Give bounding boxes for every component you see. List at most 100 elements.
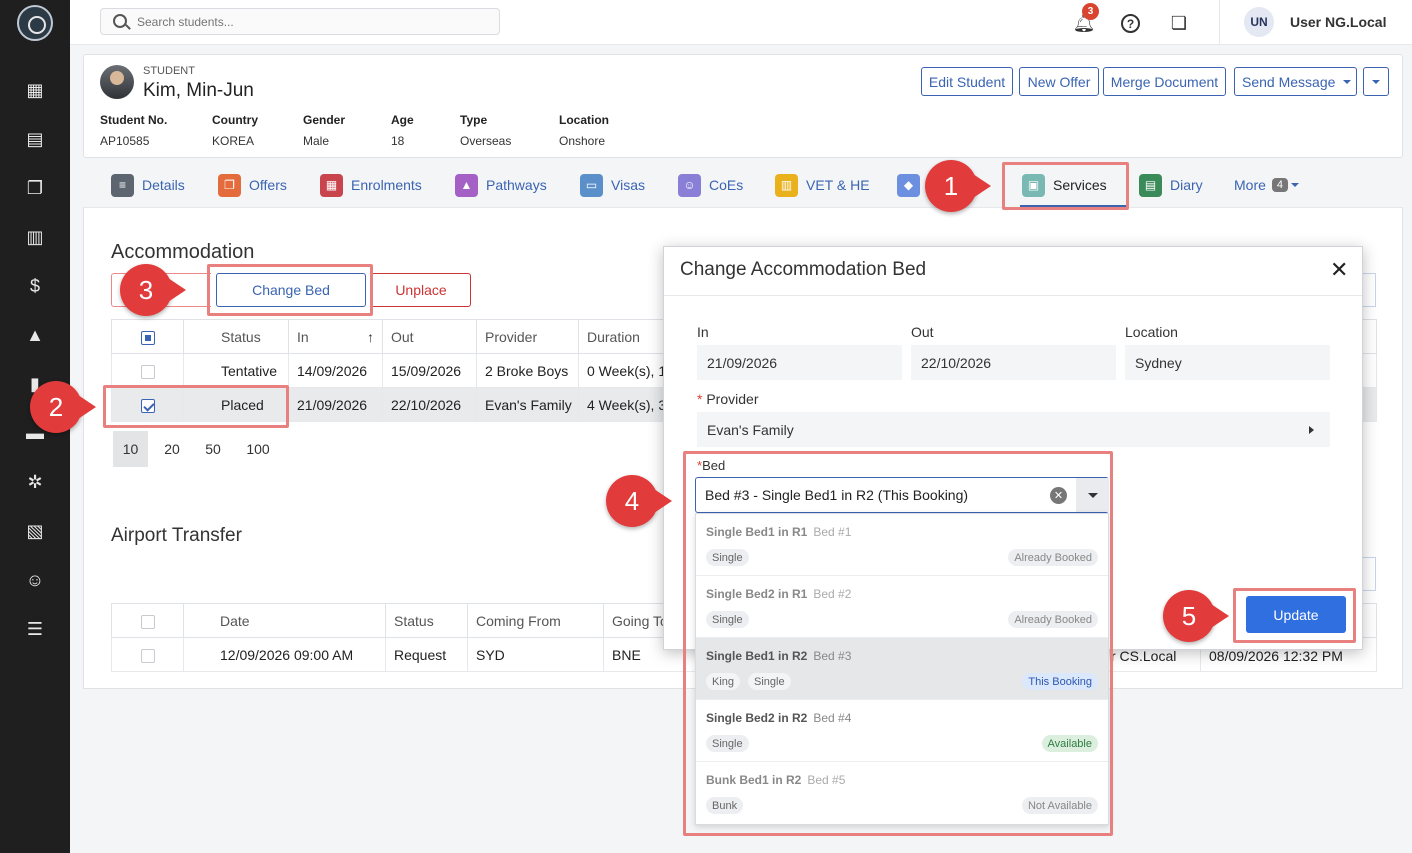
search-icon <box>113 14 127 28</box>
tab-insurance[interactable]: ◆ <box>897 171 928 199</box>
tab-label: CoEs <box>709 177 744 193</box>
documents-icon[interactable]: ❐ <box>24 178 46 198</box>
network-icon[interactable]: ✲ <box>24 472 46 492</box>
tab-diary[interactable]: ▤ Diary <box>1139 171 1203 199</box>
highlight-change-bed <box>207 264 373 316</box>
sort-arrow-icon: ↑ <box>367 328 374 345</box>
location-field: Sydney <box>1125 345 1330 380</box>
unplace-button[interactable]: Unplace <box>371 273 471 307</box>
tab-label: Diary <box>1170 177 1203 193</box>
enrolments-icon: ▦ <box>320 173 343 197</box>
more-count-badge: 4 <box>1271 178 1289 192</box>
dashboard-icon[interactable]: ▦ <box>24 80 46 100</box>
student-photo <box>100 65 134 99</box>
page-size-option[interactable]: 50 <box>196 431 230 467</box>
field-value: Male <box>303 134 330 148</box>
avatar[interactable]: UN <box>1244 7 1274 37</box>
tab-label: Enrolments <box>351 177 422 193</box>
column-header[interactable]: In ↑ <box>288 319 383 354</box>
chevron-down-icon <box>1372 79 1380 84</box>
tab-enrolments[interactable]: ▦ Enrolments <box>320 171 422 199</box>
divider <box>1219 0 1220 44</box>
student-name: Kim, Min-Jun <box>143 80 254 101</box>
coes-icon: ☺ <box>678 173 701 197</box>
provider-select[interactable]: Evan's Family <box>697 412 1330 447</box>
location-label: Location <box>1125 324 1178 340</box>
field-value: Overseas <box>460 134 512 148</box>
tab-vet-he[interactable]: ▥ VET & HE <box>775 171 870 199</box>
callout-marker: 3 <box>120 264 186 316</box>
user-name[interactable]: User NG.Local <box>1290 14 1386 30</box>
date-cell: 12/09/2026 09:00 AM <box>183 637 386 672</box>
row-checkbox[interactable] <box>140 648 155 663</box>
offers-icon: ❐ <box>218 173 241 197</box>
provider-cell: 2 Broke Boys <box>476 353 579 388</box>
field-label: Student No. <box>100 113 168 127</box>
highlight-bed-select <box>683 451 1113 836</box>
out-label: Out <box>911 324 934 340</box>
contacts-icon[interactable]: ▤ <box>24 129 46 149</box>
finance-icon[interactable]: $ <box>24 276 46 296</box>
created-by-cell: r CS.Local <box>1111 648 1177 664</box>
select-all-checkbox[interactable] <box>140 330 155 345</box>
merge-document-button[interactable]: Merge Document <box>1103 67 1226 96</box>
page-size-option[interactable]: 20 <box>155 431 189 467</box>
graduation-icon[interactable]: ▲ <box>24 325 46 345</box>
app-logo[interactable] <box>17 5 53 41</box>
field-value: KOREA <box>212 134 255 148</box>
out-field: 22/10/2026 <box>911 345 1116 380</box>
column-header[interactable]: Status <box>183 319 289 354</box>
field-label: Type <box>460 113 488 127</box>
users-icon[interactable]: ☺ <box>24 570 46 590</box>
tab-label: Pathways <box>486 177 547 193</box>
provider-label-text: Provider <box>706 391 759 407</box>
callout-marker: 4 <box>606 475 672 527</box>
select-all-checkbox[interactable] <box>140 614 155 629</box>
highlight-update <box>1233 588 1356 643</box>
visas-icon: ▭ <box>580 173 603 197</box>
chevron-down-icon <box>1343 79 1352 84</box>
tab-more[interactable]: More 4 <box>1234 171 1300 199</box>
status-cell: Request <box>385 637 468 672</box>
send-message-button[interactable]: Send Message <box>1234 67 1357 96</box>
page-size-option[interactable]: 100 <box>238 431 278 467</box>
settings-sliders-icon[interactable]: ☰ <box>24 619 46 639</box>
top-bar <box>70 0 1412 45</box>
accommodation-title: Accommodation <box>111 241 255 263</box>
created-date-cell: 08/09/2026 12:32 PM <box>1209 648 1343 664</box>
chevron-right-icon <box>1309 426 1314 434</box>
tab-details[interactable]: ≡ Details <box>111 171 185 199</box>
in-label: In <box>697 324 709 340</box>
column-header[interactable]: Out <box>382 319 477 354</box>
callout-marker: 1 <box>925 160 991 212</box>
tab-label: Details <box>142 177 185 193</box>
close-icon[interactable]: ✕ <box>1330 258 1348 283</box>
tab-coes[interactable]: ☺ CoEs <box>678 171 743 199</box>
column-header[interactable]: Status <box>385 603 468 638</box>
chat-icon[interactable]: ❏ <box>1168 12 1190 34</box>
column-header[interactable]: Coming From <box>467 603 604 638</box>
required-marker: * <box>697 391 703 407</box>
in-cell: 21/09/2026 <box>288 387 383 422</box>
page-size-option[interactable]: 10 <box>113 431 148 467</box>
in-cell: 14/09/2026 <box>288 353 383 388</box>
tab-label: Visas <box>611 177 645 193</box>
tab-offers[interactable]: ❐ Offers <box>218 171 287 199</box>
new-offer-button[interactable]: New Offer <box>1019 67 1099 96</box>
tab-pathways[interactable]: ▲ Pathways <box>455 171 547 199</box>
chevron-down-icon <box>1291 183 1300 187</box>
tab-visas[interactable]: ▭ Visas <box>580 171 645 199</box>
field-label: Country <box>212 113 258 127</box>
layout-icon[interactable]: ▥ <box>24 227 46 247</box>
search-input[interactable] <box>137 12 487 31</box>
column-header[interactable]: Date <box>183 603 386 638</box>
field-value: 18 <box>391 134 405 148</box>
coming-from-cell: SYD <box>467 637 604 672</box>
help-icon[interactable]: ? <box>1121 14 1140 33</box>
more-actions-button[interactable] <box>1363 67 1389 96</box>
row-checkbox[interactable] <box>140 364 155 379</box>
edit-student-button[interactable]: Edit Student <box>921 67 1013 96</box>
building-icon[interactable]: ▧ <box>24 521 46 541</box>
column-header[interactable]: Provider <box>476 319 579 354</box>
search-box[interactable] <box>100 8 500 35</box>
